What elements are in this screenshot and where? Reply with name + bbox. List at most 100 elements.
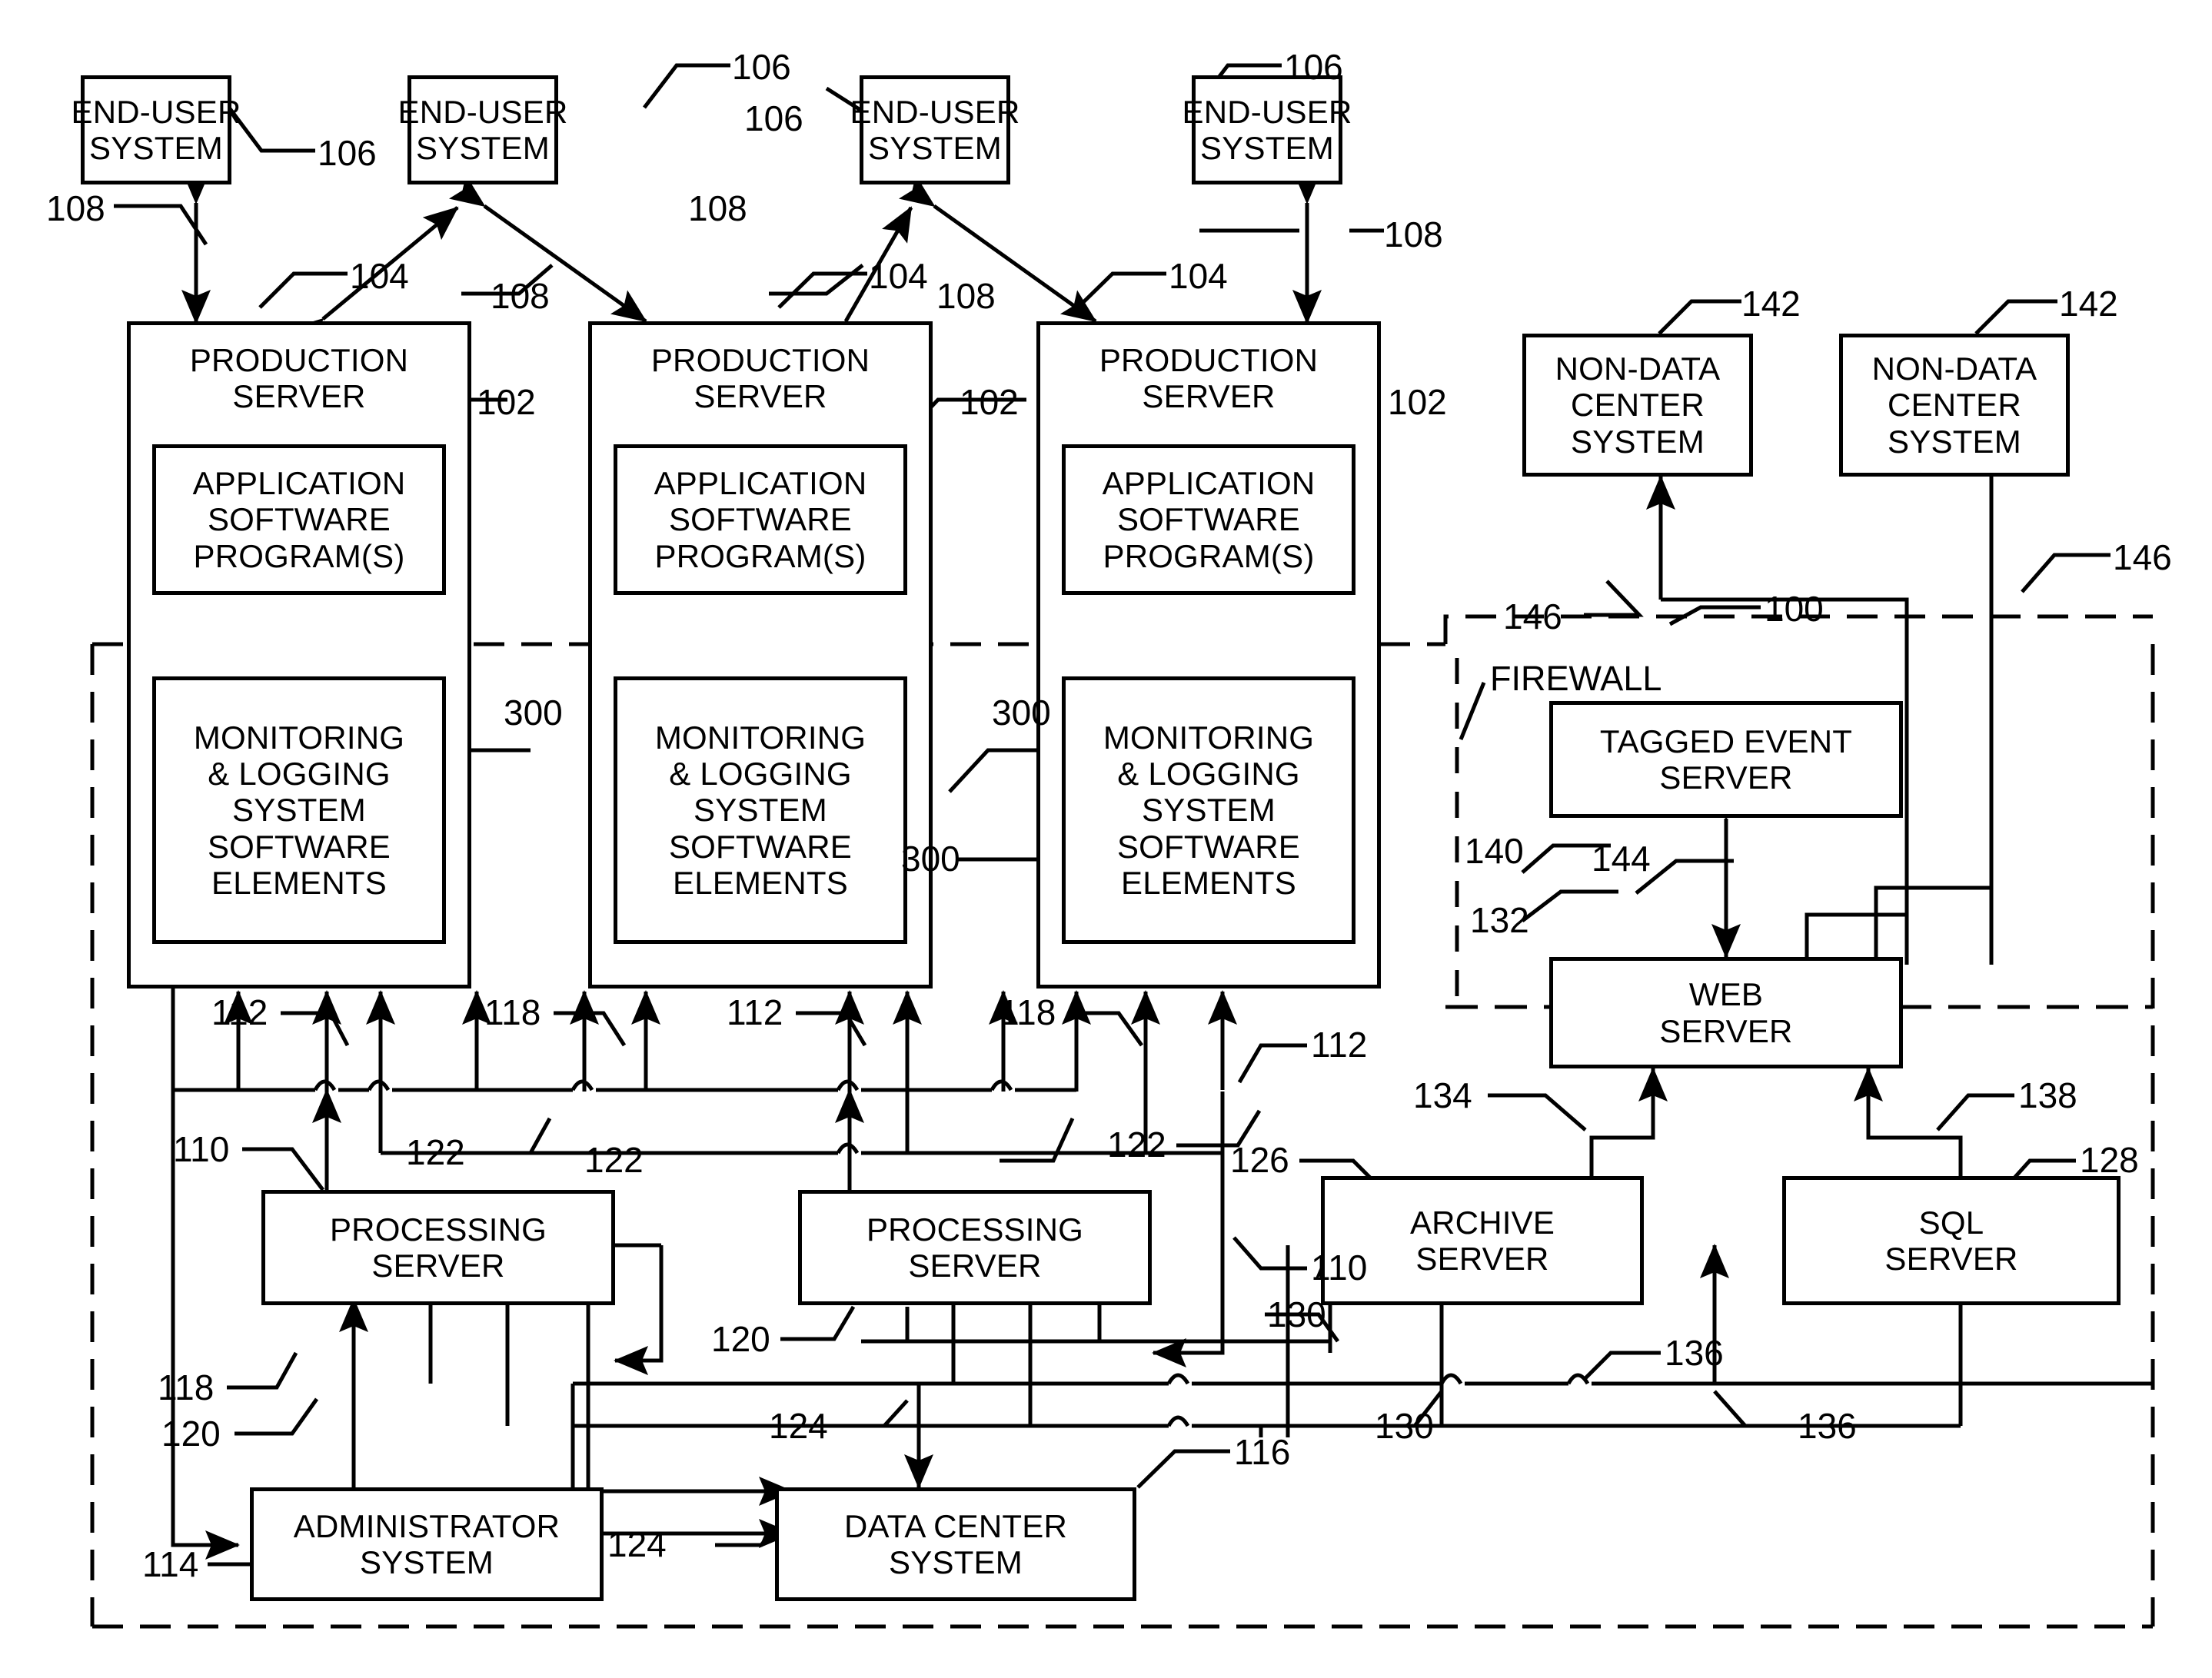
box-line: END-USER — [71, 93, 241, 130]
ref-300-a: 300 — [504, 693, 563, 733]
ref-108-d: 108 — [936, 276, 996, 316]
end-user-system-box-2[interactable]: END-USER SYSTEM — [398, 75, 567, 184]
ref-108-e: 108 — [1384, 214, 1443, 254]
box-line: & LOGGING — [1117, 756, 1300, 792]
data-center-system-box[interactable]: DATA CENTER SYSTEM — [775, 1487, 1136, 1601]
ref-100: 100 — [1765, 589, 1824, 629]
box-line: SOFTWARE — [1116, 828, 1301, 865]
web-server-box[interactable]: WEB SERVER — [1549, 957, 1903, 1068]
archive-server-box[interactable]: ARCHIVE SERVER — [1321, 1176, 1644, 1305]
non-data-center-system-box-2[interactable]: NON-DATA CENTER SYSTEM — [1839, 334, 2070, 477]
box-line: ELEMENTS — [673, 864, 848, 901]
ref-128: 128 — [2080, 1140, 2139, 1180]
ref-112-c: 112 — [1311, 1025, 1368, 1065]
box-line: DATA CENTER — [843, 1507, 1067, 1544]
box-line: PROGRAM(S) — [654, 537, 867, 574]
box-line: SERVER — [908, 1248, 1042, 1284]
box-line: SYSTEM — [416, 130, 550, 166]
ref-108-c: 108 — [688, 188, 747, 228]
application-software-box-3[interactable]: APPLICATION SOFTWARE PROGRAM(S) — [1062, 444, 1355, 595]
box-line: SERVER — [1659, 1012, 1793, 1049]
ref-126: 126 — [1230, 1140, 1289, 1180]
box-line: SERVER — [1142, 378, 1276, 415]
ref-122-b: 122 — [584, 1140, 644, 1180]
box-line: SYSTEM — [1200, 130, 1334, 166]
application-software-box-1[interactable]: APPLICATION SOFTWARE PROGRAM(S) — [152, 444, 446, 595]
monitoring-logging-box-2[interactable]: MONITORING & LOGGING SYSTEM SOFTWARE ELE… — [614, 676, 907, 944]
ref-130-b: 130 — [1375, 1406, 1434, 1446]
monitoring-logging-box-3[interactable]: MONITORING & LOGGING SYSTEM SOFTWARE ELE… — [1062, 676, 1355, 944]
ref-130-a: 130 — [1267, 1294, 1326, 1334]
monitoring-logging-box-1[interactable]: MONITORING & LOGGING SYSTEM SOFTWARE ELE… — [152, 676, 446, 944]
non-data-center-system-box-1[interactable]: NON-DATA CENTER SYSTEM — [1522, 334, 1753, 477]
ref-120-b: 120 — [711, 1319, 770, 1359]
ref-134: 134 — [1413, 1075, 1472, 1115]
box-line: PRODUCTION — [1099, 342, 1319, 378]
ref-140-a: 140 — [1465, 831, 1524, 871]
box-line: END-USER — [397, 93, 568, 130]
box-line: SERVER — [371, 1248, 505, 1284]
application-software-box-2[interactable]: APPLICATION SOFTWARE PROGRAM(S) — [614, 444, 907, 595]
box-line: SYSTEM — [1571, 423, 1705, 460]
box-line: PROCESSING — [866, 1211, 1084, 1248]
tagged-event-server-box[interactable]: TAGGED EVENT SERVER — [1549, 701, 1903, 818]
box-line: & LOGGING — [208, 756, 391, 792]
ref-116: 116 — [1234, 1432, 1291, 1472]
administrator-system-box[interactable]: ADMINISTRATOR SYSTEM — [250, 1487, 604, 1601]
box-line: NON-DATA — [1555, 351, 1721, 387]
box-line: PRODUCTION — [650, 342, 870, 378]
box-line: ADMINISTRATOR — [293, 1507, 560, 1544]
ref-124-a: 124 — [769, 1406, 828, 1446]
box-line: PRODUCTION — [189, 342, 409, 378]
ref-112-a: 112 — [211, 992, 268, 1032]
ref-108-a: 108 — [46, 188, 105, 228]
box-line: SYSTEM — [1142, 792, 1276, 829]
ref-102-c: 102 — [1388, 382, 1447, 422]
box-line: SYSTEM — [694, 792, 827, 829]
box-line: MONITORING — [1103, 719, 1315, 756]
box-line: MONITORING — [193, 719, 405, 756]
box-line: SOFTWARE — [207, 501, 391, 538]
ref-106-b: 106 — [732, 47, 791, 87]
end-user-system-box-4[interactable]: END-USER SYSTEM — [1183, 75, 1352, 184]
processing-server-box-1[interactable]: PROCESSING SERVER — [261, 1190, 615, 1305]
box-line: END-USER — [850, 93, 1020, 130]
end-user-system-box-1[interactable]: END-USER SYSTEM — [72, 75, 241, 184]
box-line: SOFTWARE — [207, 828, 391, 865]
ref-118-b: 118 — [1000, 992, 1056, 1032]
ref-146-a: 146 — [1503, 596, 1562, 636]
ref-112-b: 112 — [727, 992, 783, 1032]
box-line: APPLICATION — [654, 465, 867, 502]
ref-132: 132 — [1470, 900, 1529, 940]
box-line: SYSTEM — [1888, 423, 2021, 460]
box-line: PROGRAM(S) — [1103, 537, 1315, 574]
ref-108-b: 108 — [491, 276, 550, 316]
ref-300-c: 300 — [901, 839, 960, 879]
ref-118-a: 118 — [484, 992, 541, 1032]
firewall-label: FIREWALL — [1490, 659, 1662, 698]
ref-106-a: 106 — [318, 133, 377, 173]
patent-figure-canvas: END-USER SYSTEM END-USER SYSTEM END-USER… — [0, 0, 2212, 1678]
box-line: MONITORING — [654, 719, 867, 756]
box-line: WEB — [1688, 976, 1764, 1013]
box-line: ELEMENTS — [1121, 864, 1296, 901]
ref-106-c: 106 — [744, 98, 803, 138]
box-line: ELEMENTS — [211, 864, 387, 901]
ref-104-a: 104 — [350, 256, 409, 296]
box-line: PROCESSING — [329, 1211, 547, 1248]
sql-server-box[interactable]: SQL SERVER — [1782, 1176, 2121, 1305]
box-line: SERVER — [694, 378, 827, 415]
box-line: SERVER — [1659, 759, 1793, 796]
ref-144: 144 — [1592, 839, 1651, 879]
box-line: SQL — [1918, 1204, 1984, 1241]
box-line: APPLICATION — [1102, 465, 1316, 502]
box-line: SOFTWARE — [1116, 501, 1301, 538]
box-line: TAGGED EVENT — [1599, 723, 1853, 759]
ref-114: 114 — [142, 1544, 199, 1584]
end-user-system-box-3[interactable]: END-USER SYSTEM — [850, 75, 1020, 184]
box-line: SYSTEM — [89, 130, 223, 166]
ref-122-a: 122 — [406, 1132, 465, 1172]
ref-110-a: 110 — [173, 1129, 230, 1169]
box-line: SYSTEM — [889, 1544, 1023, 1580]
processing-server-box-2[interactable]: PROCESSING SERVER — [798, 1190, 1152, 1305]
